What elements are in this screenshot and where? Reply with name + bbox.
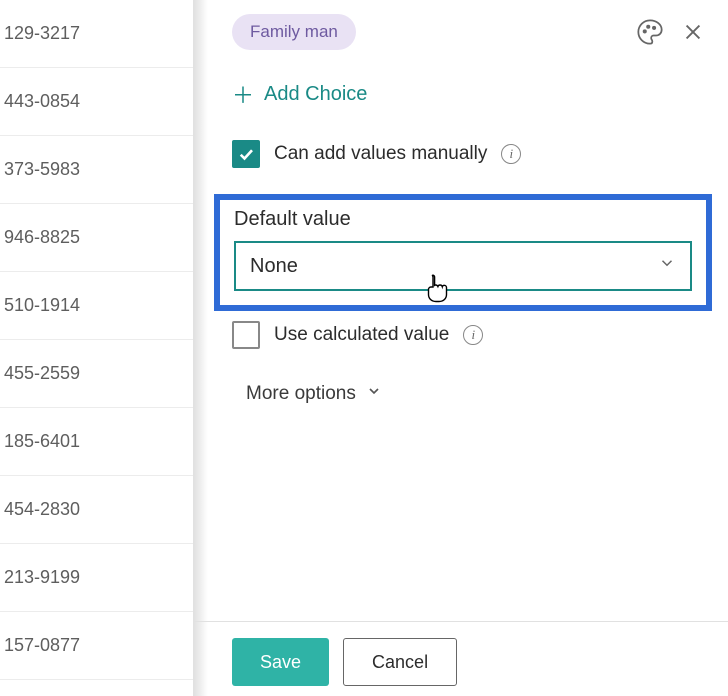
panel-footer: Save Cancel [194,621,728,686]
plus-icon: ＋ [232,78,254,110]
table-row: 185-6401 [0,408,193,476]
background-table-column: 129-3217 443-0854 373-5983 946-8825 510-… [0,0,194,696]
cell-value: 157-0877 [4,635,80,656]
cell-value: 455-2559 [4,363,80,384]
use-calculated-label: Use calculated value [274,324,449,346]
palette-icon[interactable] [636,18,664,46]
table-row: 129-3217 [0,0,193,68]
table-row: 443-0854 [0,68,193,136]
table-row: 213-9199 [0,544,193,612]
chevron-down-icon [366,383,382,405]
default-value-dropdown[interactable]: None [234,241,692,291]
info-icon[interactable]: i [463,325,483,345]
table-row: 946-8825 [0,204,193,272]
cell-value: 946-8825 [4,227,80,248]
can-add-values-checkbox[interactable] [232,140,260,168]
can-add-values-label: Can add values manually [274,143,487,165]
table-row: 455-2559 [0,340,193,408]
chevron-down-icon [658,254,676,278]
close-icon[interactable] [682,21,704,43]
save-button[interactable]: Save [232,638,329,686]
cell-value: 213-9199 [4,567,80,588]
cell-value: 373-5983 [4,159,80,180]
highlight-annotation: Default value None [214,194,712,311]
use-calculated-checkbox[interactable] [232,321,260,349]
cell-value: 129-3217 [4,23,80,44]
cancel-button-label: Cancel [372,652,428,673]
table-row: 510-1914 [0,272,193,340]
cell-value: 185-6401 [4,431,80,452]
table-row: 157-0877 [0,612,193,680]
cell-value: 510-1914 [4,295,80,316]
more-options-toggle[interactable]: More options [246,383,382,405]
cursor-pointer-icon [424,273,452,311]
info-icon[interactable]: i [501,144,521,164]
cell-value: 454-2830 [4,499,80,520]
choice-pill[interactable]: Family man [232,14,356,50]
default-value-label: Default value [234,208,692,231]
choice-pill-label: Family man [250,22,338,42]
add-choice-label: Add Choice [264,83,367,106]
table-row: 454-2830 [0,476,193,544]
dropdown-selected-value: None [250,255,298,278]
cell-value: 443-0854 [4,91,80,112]
save-button-label: Save [260,652,301,673]
cancel-button[interactable]: Cancel [343,638,457,686]
more-options-label: More options [246,383,356,405]
add-choice-button[interactable]: ＋ Add Choice [232,78,367,110]
column-settings-panel: Family man [194,0,728,696]
table-row: 373-5983 [0,136,193,204]
